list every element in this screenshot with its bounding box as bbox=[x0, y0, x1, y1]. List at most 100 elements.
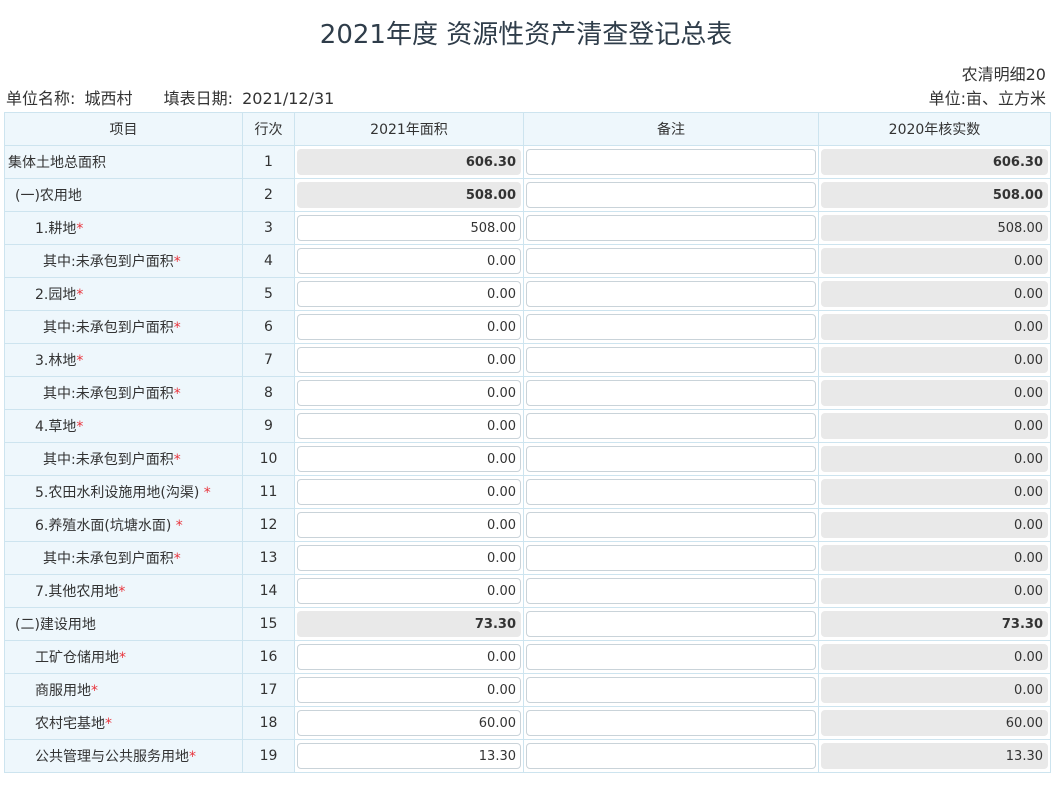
note-input[interactable] bbox=[526, 347, 816, 373]
note-input[interactable] bbox=[526, 314, 816, 340]
verified-2020-field: 0.00 bbox=[821, 413, 1048, 439]
row-item-cell: 6.养殖水面(坑塘水面) * bbox=[4, 508, 243, 542]
form-meta: 单位名称: 城西村 填表日期: 2021/12/31 bbox=[6, 85, 338, 109]
note-input[interactable] bbox=[526, 578, 816, 604]
row-number: 1 bbox=[242, 145, 295, 179]
area-2021-input: 508.00 bbox=[297, 182, 521, 208]
table-row: 集体土地总面积 1 606.30 606.30 bbox=[4, 145, 1051, 179]
column-header-note: 备注 bbox=[523, 112, 819, 146]
area-2021-cell: 0.00 bbox=[294, 640, 524, 674]
note-input[interactable] bbox=[526, 380, 816, 406]
note-cell bbox=[523, 739, 819, 773]
required-marker: * bbox=[173, 320, 181, 336]
table-row: (一)农用地 2 508.00 508.00 bbox=[4, 178, 1051, 212]
table-row: 7.其他农用地* 14 0.00 0.00 bbox=[4, 574, 1051, 608]
row-item-label: 集体土地总面积 bbox=[8, 155, 106, 171]
page-title: 2021年度 资源性资产清查登记总表 bbox=[319, 20, 733, 50]
area-2021-input[interactable]: 0.00 bbox=[297, 314, 521, 340]
required-marker: * bbox=[105, 716, 112, 732]
note-input[interactable] bbox=[526, 248, 816, 274]
row-number: 19 bbox=[242, 739, 295, 773]
area-2021-input[interactable]: 0.00 bbox=[297, 248, 521, 274]
verified-2020-cell: 0.00 bbox=[818, 277, 1051, 311]
area-2021-input[interactable]: 13.30 bbox=[297, 743, 521, 769]
area-2021-input[interactable]: 60.00 bbox=[297, 710, 521, 736]
required-marker: * bbox=[118, 584, 126, 600]
required-marker: * bbox=[119, 650, 126, 666]
note-input[interactable] bbox=[526, 545, 816, 571]
required-marker: * bbox=[171, 518, 183, 534]
note-input[interactable] bbox=[526, 479, 816, 505]
note-cell bbox=[523, 640, 819, 674]
note-cell bbox=[523, 475, 819, 509]
area-2021-input[interactable]: 0.00 bbox=[297, 578, 521, 604]
note-input[interactable] bbox=[526, 413, 816, 439]
note-cell bbox=[523, 244, 819, 278]
area-2021-input[interactable]: 0.00 bbox=[297, 512, 521, 538]
table-row: 4.草地* 9 0.00 0.00 bbox=[4, 409, 1051, 443]
verified-2020-field: 0.00 bbox=[821, 314, 1048, 340]
note-cell bbox=[523, 607, 819, 641]
area-2021-input[interactable]: 0.00 bbox=[297, 479, 521, 505]
verified-2020-cell: 60.00 bbox=[818, 706, 1051, 740]
row-item-cell: 集体土地总面积 bbox=[4, 145, 243, 179]
note-input[interactable] bbox=[526, 677, 816, 703]
column-header-2020-verified: 2020年核实数 bbox=[818, 112, 1051, 146]
note-input[interactable] bbox=[526, 611, 816, 637]
area-2021-cell: 508.00 bbox=[294, 178, 524, 212]
verified-2020-field: 0.00 bbox=[821, 578, 1048, 604]
row-item-cell: 公共管理与公共服务用地* bbox=[4, 739, 243, 773]
note-cell bbox=[523, 145, 819, 179]
table-row: 2.园地* 5 0.00 0.00 bbox=[4, 277, 1051, 311]
row-number: 2 bbox=[242, 178, 295, 212]
note-input[interactable] bbox=[526, 743, 816, 769]
row-item-label: 1.耕地 bbox=[35, 221, 77, 237]
area-2021-input[interactable]: 508.00 bbox=[297, 215, 521, 241]
row-item-label: 4.草地 bbox=[35, 419, 77, 435]
row-item-label: 公共管理与公共服务用地 bbox=[35, 749, 189, 765]
area-2021-input[interactable]: 0.00 bbox=[297, 281, 521, 307]
area-2021-input[interactable]: 0.00 bbox=[297, 644, 521, 670]
area-2021-input[interactable]: 0.00 bbox=[297, 545, 521, 571]
row-number: 15 bbox=[242, 607, 295, 641]
note-input[interactable] bbox=[526, 281, 816, 307]
verified-2020-field: 13.30 bbox=[821, 743, 1048, 769]
area-2021-input[interactable]: 0.00 bbox=[297, 347, 521, 373]
note-input[interactable] bbox=[526, 446, 816, 472]
row-number: 11 bbox=[242, 475, 295, 509]
area-2021-cell: 508.00 bbox=[294, 211, 524, 245]
verified-2020-field: 606.30 bbox=[821, 149, 1048, 175]
area-2021-input[interactable]: 0.00 bbox=[297, 446, 521, 472]
verified-2020-field: 0.00 bbox=[821, 380, 1048, 406]
note-input[interactable] bbox=[526, 644, 816, 670]
area-2021-cell: 606.30 bbox=[294, 145, 524, 179]
verified-2020-field: 0.00 bbox=[821, 545, 1048, 571]
note-input[interactable] bbox=[526, 149, 816, 175]
verified-2020-cell: 0.00 bbox=[818, 310, 1051, 344]
row-item-label: 其中:未承包到户面积 bbox=[43, 320, 174, 336]
area-2021-input[interactable]: 0.00 bbox=[297, 677, 521, 703]
row-item-cell: 2.园地* bbox=[4, 277, 243, 311]
required-marker: * bbox=[173, 551, 181, 567]
row-number: 17 bbox=[242, 673, 295, 707]
verified-2020-field: 0.00 bbox=[821, 479, 1048, 505]
area-2021-input[interactable]: 0.00 bbox=[297, 380, 521, 406]
note-input[interactable] bbox=[526, 710, 816, 736]
note-cell bbox=[523, 706, 819, 740]
unit-name-label: 单位名称: bbox=[6, 89, 76, 108]
area-2021-cell: 60.00 bbox=[294, 706, 524, 740]
verified-2020-cell: 0.00 bbox=[818, 508, 1051, 542]
table-row: 其中:未承包到户面积* 4 0.00 0.00 bbox=[4, 244, 1051, 278]
area-2021-cell: 0.00 bbox=[294, 475, 524, 509]
verified-2020-field: 0.00 bbox=[821, 248, 1048, 274]
area-2021-input[interactable]: 0.00 bbox=[297, 413, 521, 439]
note-cell bbox=[523, 376, 819, 410]
note-input[interactable] bbox=[526, 512, 816, 538]
note-cell bbox=[523, 211, 819, 245]
row-item-label: 工矿仓储用地 bbox=[35, 650, 119, 666]
note-input[interactable] bbox=[526, 182, 816, 208]
column-header-2021-area: 2021年面积 bbox=[294, 112, 524, 146]
required-marker: * bbox=[189, 749, 196, 765]
note-input[interactable] bbox=[526, 215, 816, 241]
form-code: 农清明细20 bbox=[961, 65, 1046, 84]
